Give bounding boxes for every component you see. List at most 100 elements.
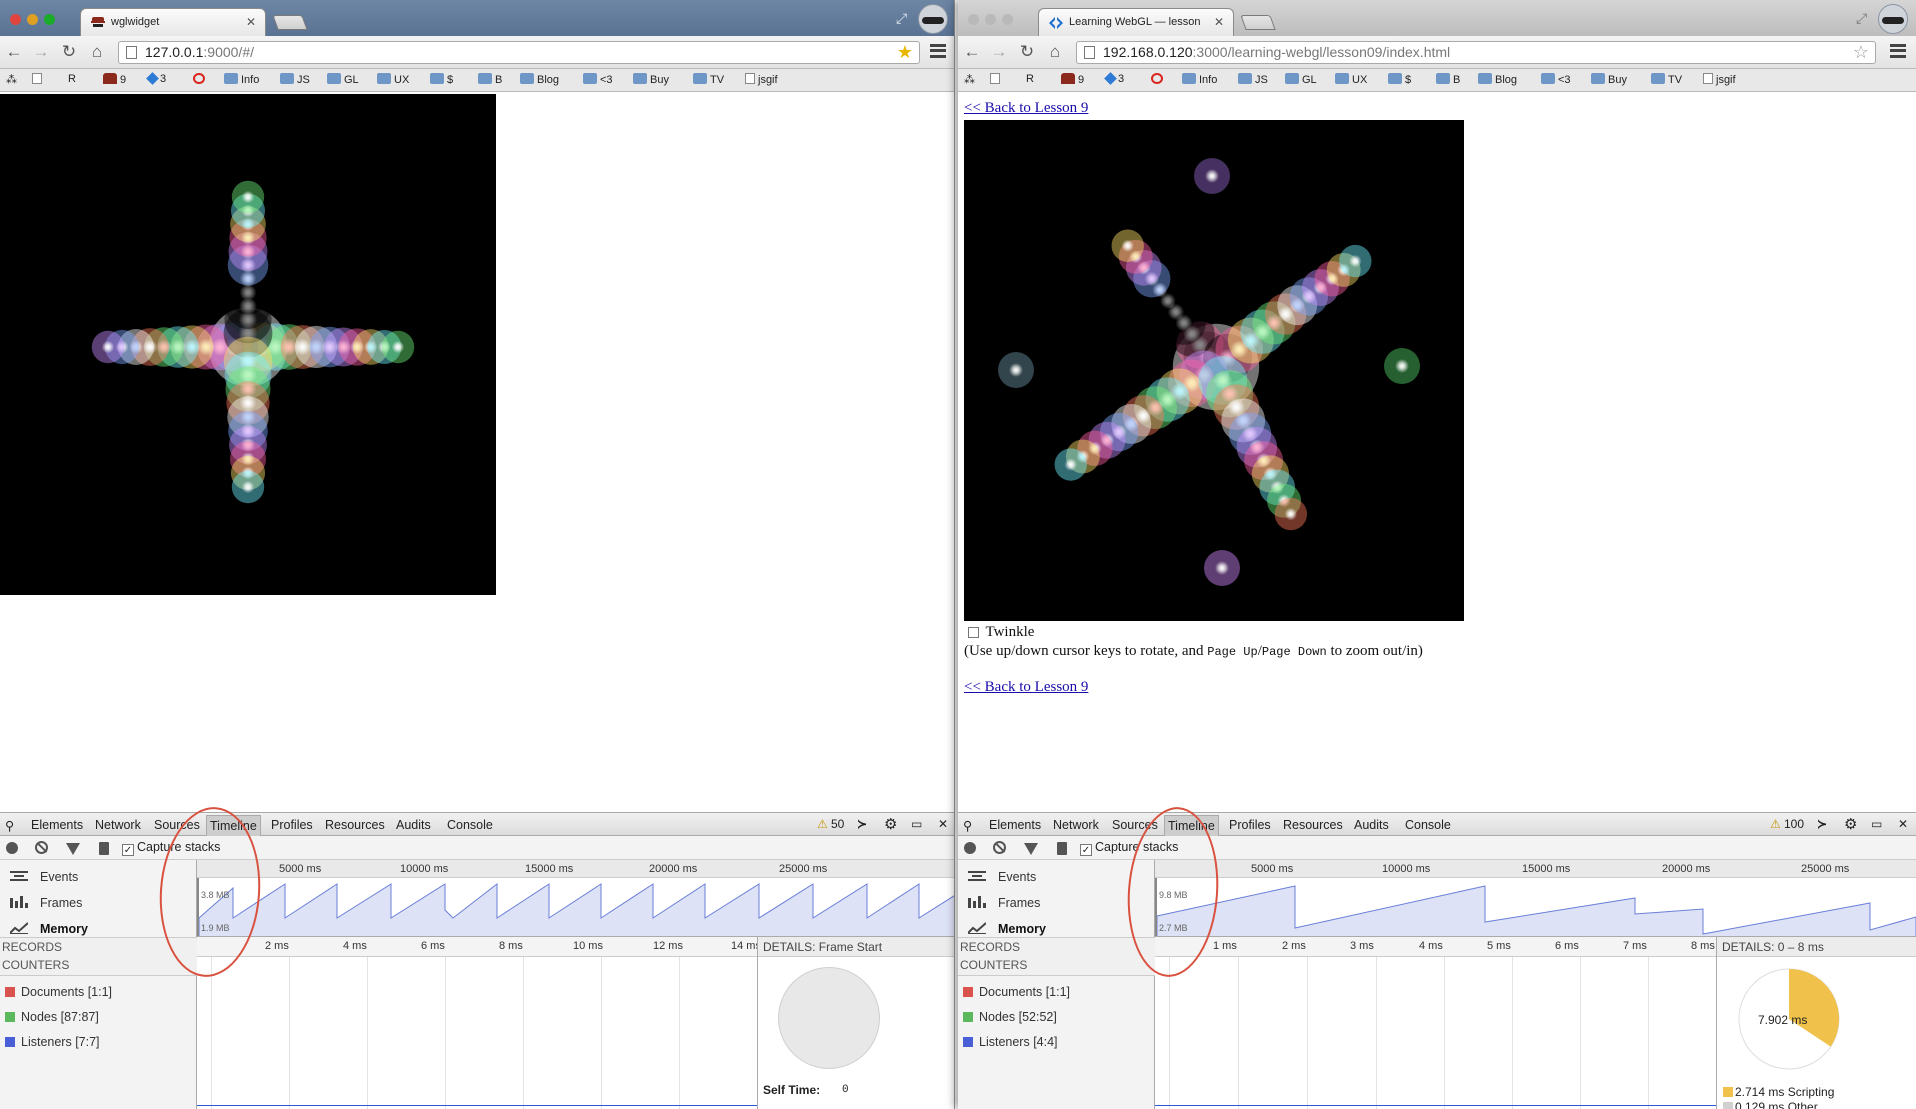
bookmark-folder[interactable]: Info	[224, 73, 259, 86]
record-button[interactable]	[6, 842, 18, 854]
menu-icon[interactable]	[930, 44, 946, 58]
webgl-canvas[interactable]	[0, 94, 496, 595]
garbage-collect-icon[interactable]	[1057, 842, 1067, 855]
home-icon[interactable]: ⌂	[87, 42, 107, 62]
twinkle-checkbox[interactable]	[968, 627, 979, 638]
bookmark-folder[interactable]: Buy	[1591, 73, 1627, 86]
mode-frames[interactable]: Frames	[968, 896, 1040, 910]
webgl-canvas[interactable]	[964, 120, 1464, 621]
counters-graph[interactable]	[1155, 957, 1716, 1109]
search-icon[interactable]: ⚲	[963, 818, 972, 833]
reload-icon[interactable]: ↻	[1017, 42, 1037, 62]
gear-icon[interactable]: ⚙	[884, 815, 897, 833]
dock-icon[interactable]: ▭	[1871, 817, 1882, 831]
bookmark-item[interactable]: 3	[146, 72, 166, 85]
tab-profiles[interactable]: Profiles	[271, 818, 313, 832]
tab-network[interactable]: Network	[1053, 818, 1099, 832]
bookmark-star-icon[interactable]: ★	[897, 42, 913, 63]
bookmark-folder[interactable]: $	[430, 73, 453, 86]
counter-nodes[interactable]: Nodes [52:52]	[963, 1010, 1057, 1024]
close-window-button[interactable]	[10, 14, 21, 25]
tab-console[interactable]: Console	[447, 818, 493, 832]
home-icon[interactable]: ⌂	[1045, 42, 1065, 62]
bookmark-item[interactable]: 9	[103, 73, 126, 86]
bookmark-folder[interactable]: Info	[1182, 73, 1217, 86]
memory-overview[interactable]: 5000 ms 10000 ms 15000 ms 20000 ms 25000…	[1155, 860, 1916, 937]
bookmark-item[interactable]: jsgif	[1703, 73, 1736, 86]
clear-button[interactable]	[35, 841, 48, 854]
back-icon[interactable]: ←	[962, 42, 982, 62]
bookmark-folder[interactable]: UX	[377, 73, 409, 86]
bookmark-folder[interactable]: <3	[1541, 73, 1571, 86]
apps-icon[interactable]: ⁂	[6, 73, 17, 86]
filter-icon[interactable]	[1024, 843, 1038, 855]
search-icon[interactable]: ⚲	[5, 818, 14, 833]
apps-icon[interactable]: ⁂	[964, 73, 975, 86]
twinkle-option[interactable]: Twinkle	[968, 624, 1034, 641]
warning-icon[interactable]: ⚠	[817, 817, 828, 831]
warning-count[interactable]: 50	[831, 817, 844, 831]
address-bar[interactable]: 192.168.0.120:3000/learning-webgl/lesson…	[1076, 41, 1876, 64]
bookmark-folder[interactable]: UX	[1335, 73, 1367, 86]
filter-icon[interactable]	[66, 843, 80, 855]
close-tab-icon[interactable]: ✕	[1214, 15, 1224, 29]
bookmark-folder[interactable]: Blog	[1478, 73, 1517, 86]
record-button[interactable]	[964, 842, 976, 854]
mode-memory[interactable]: Memory	[10, 922, 88, 936]
bookmark-item[interactable]	[193, 73, 208, 86]
bookmark-item[interactable]	[1151, 73, 1166, 86]
tab-elements[interactable]: Elements	[31, 818, 83, 832]
clear-button[interactable]	[993, 841, 1006, 854]
zoom-window-button[interactable]	[44, 14, 55, 25]
bookmark-item[interactable]	[990, 73, 1003, 86]
fullscreen-icon[interactable]: ⤢	[896, 10, 910, 26]
tab-audits[interactable]: Audits	[396, 818, 431, 832]
close-tab-icon[interactable]: ✕	[246, 15, 256, 29]
tab-active[interactable]: wglwidget ✕	[80, 8, 266, 36]
bookmark-folder[interactable]: $	[1388, 73, 1411, 86]
counter-documents[interactable]: Documents [1:1]	[963, 985, 1070, 999]
bookmark-item[interactable]: 9	[1061, 73, 1084, 86]
new-tab-button[interactable]	[1240, 15, 1276, 30]
bookmark-item[interactable]: 3	[1104, 72, 1124, 85]
warning-icon[interactable]: ⚠	[1770, 817, 1781, 831]
new-tab-button[interactable]	[272, 15, 308, 30]
bookmark-folder[interactable]: B	[478, 73, 502, 86]
mode-events[interactable]: Events	[968, 870, 1036, 884]
counter-nodes[interactable]: Nodes [87:87]	[5, 1010, 99, 1024]
bookmark-item[interactable]: R	[1026, 73, 1034, 85]
reload-icon[interactable]: ↻	[59, 42, 79, 62]
tab-profiles[interactable]: Profiles	[1229, 818, 1271, 832]
mode-frames[interactable]: Frames	[10, 896, 82, 910]
mode-events[interactable]: Events	[10, 870, 78, 884]
bookmark-folder[interactable]: TV	[1651, 73, 1682, 86]
bookmark-folder[interactable]: Blog	[520, 73, 559, 86]
bookmark-folder[interactable]: <3	[583, 73, 613, 86]
tab-resources[interactable]: Resources	[1283, 818, 1343, 832]
counter-listeners[interactable]: Listeners [7:7]	[5, 1035, 100, 1049]
counter-documents[interactable]: Documents [1:1]	[5, 985, 112, 999]
counters-graph[interactable]	[197, 957, 757, 1109]
tab-resources[interactable]: Resources	[325, 818, 385, 832]
minimize-window-button[interactable]	[27, 14, 38, 25]
bookmark-folder[interactable]: B	[1436, 73, 1460, 86]
tab-active[interactable]: Learning WebGL — lesson ✕	[1038, 8, 1234, 36]
close-window-button[interactable]	[968, 14, 979, 25]
tab-console[interactable]: Console	[1405, 818, 1451, 832]
address-bar[interactable]: 127.0.0.1:9000/#/ ★	[118, 41, 920, 64]
console-drawer-icon[interactable]: ≻	[857, 817, 867, 831]
back-to-lesson-link-top[interactable]: << Back to Lesson 9	[964, 100, 1088, 117]
tab-audits[interactable]: Audits	[1354, 818, 1389, 832]
bookmark-folder[interactable]: Buy	[633, 73, 669, 86]
zoom-window-button[interactable]	[1002, 14, 1013, 25]
garbage-collect-icon[interactable]	[99, 842, 109, 855]
close-icon[interactable]: ✕	[938, 817, 948, 831]
dock-icon[interactable]: ▭	[911, 817, 922, 831]
fullscreen-icon[interactable]: ⤢	[1856, 10, 1870, 26]
bookmark-folder[interactable]: GL	[1285, 73, 1317, 86]
bookmark-folder[interactable]: JS	[280, 73, 310, 86]
forward-icon[interactable]: →	[31, 42, 51, 62]
counter-listeners[interactable]: Listeners [4:4]	[963, 1035, 1058, 1049]
bookmark-item[interactable]: jsgif	[745, 73, 778, 86]
back-icon[interactable]: ←	[4, 42, 24, 62]
